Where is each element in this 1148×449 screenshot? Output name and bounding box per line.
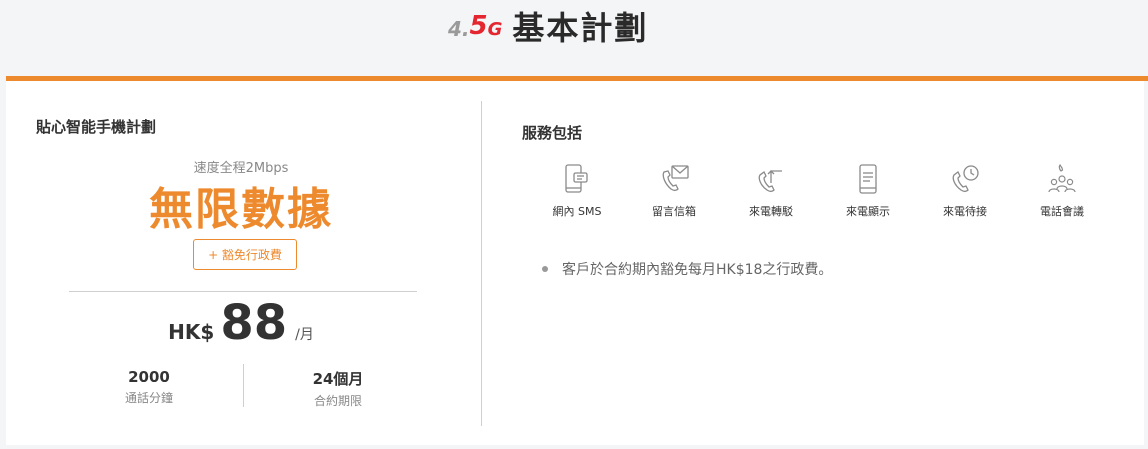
service-label: 電話會議 (1040, 205, 1084, 218)
logo-five: 5 (469, 11, 488, 41)
stat-label: 通話分鐘 (124, 391, 173, 405)
page-header: 4. 5 G 基本計劃 (0, 0, 1148, 76)
price-currency: HK$ (168, 320, 215, 344)
sms-phone-icon (565, 164, 588, 193)
waive-admin-fee-button[interactable]: + 豁免行政費 (193, 239, 297, 270)
price-period: /月 (295, 327, 314, 343)
page-title: 基本計劃 (512, 9, 649, 47)
unlimited-data-label: 無限數據 (149, 184, 333, 235)
stat-value: 2000 (128, 368, 170, 386)
section-divider (481, 101, 482, 426)
logo-four: 4. (448, 17, 470, 41)
services-heading: 服務包括 (522, 124, 583, 142)
caller-id-icon (859, 164, 877, 194)
service-label: 來電轉駁 (749, 205, 793, 218)
service-label: 留言信箱 (652, 205, 696, 218)
4-5g-logo: 4. 5 G (448, 13, 502, 39)
note-text: 客戶於合約期內豁免每月HK$18之行政費。 (562, 262, 833, 278)
service-item-sms: 網內 SMS (537, 163, 617, 219)
service-item-caller-id: 來電顯示 (828, 163, 908, 219)
service-item-voicemail: 留言信箱 (634, 163, 714, 219)
service-label: 網內 SMS (552, 205, 602, 218)
service-item-conference: 電話會議 (1022, 163, 1102, 219)
price-amount: 88 (220, 295, 288, 351)
list-item: 客戶於合約期內豁免每月HK$18之行政費。 (542, 259, 832, 279)
stat-divider (243, 364, 244, 407)
service-label: 來電待接 (943, 205, 987, 218)
title-wrap: 4. 5 G 基本計劃 (448, 6, 649, 47)
price-divider (69, 291, 417, 292)
logo-g: G (487, 19, 503, 40)
service-item-call-forward: 來電轉駁 (731, 163, 811, 219)
call-waiting-icon (952, 165, 979, 193)
voicemail-icon (662, 165, 689, 192)
conference-call-icon (1048, 164, 1076, 193)
notes-list: 客戶於合約期內豁免每月HK$18之行政費。 (542, 259, 832, 279)
plan-name: 貼心智能手機計劃 (36, 118, 157, 136)
stat-contract: 24個月 合約期限 (258, 368, 418, 409)
call-forward-icon (758, 170, 782, 193)
bullet-icon (542, 266, 548, 272)
price: HK$ 88 /月 (96, 299, 386, 347)
stat-label: 合約期限 (313, 394, 362, 408)
service-item-call-waiting: 來電待接 (925, 163, 1005, 219)
plan-card: 貼心智能手機計劃 速度全程2Mbps 無限數據 + 豁免行政費 HK$ 88 /… (6, 81, 1144, 445)
stat-value: 24個月 (312, 370, 364, 388)
stat-minutes: 2000 通話分鐘 (69, 368, 229, 406)
service-label: 來電顯示 (846, 205, 890, 218)
